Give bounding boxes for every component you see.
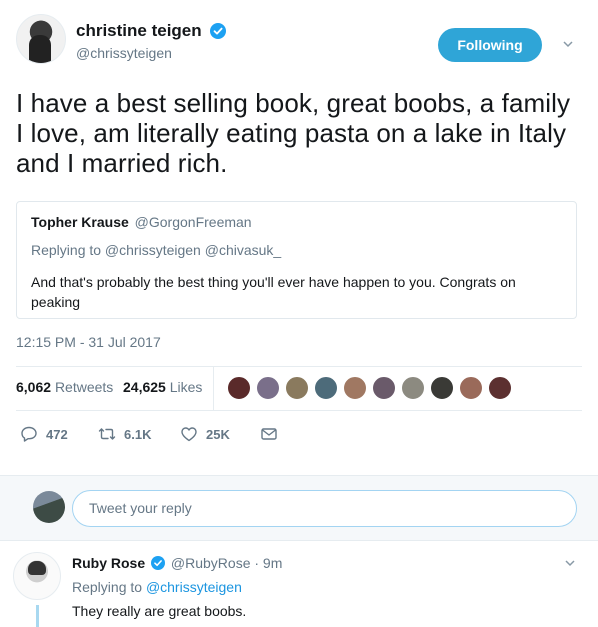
liker-avatar[interactable] [458,375,484,401]
current-user-avatar [33,491,65,523]
divider [16,410,582,411]
replying-to-link[interactable]: @chrissyteigen [146,579,242,595]
verified-badge-icon [151,556,166,570]
like-action[interactable]: 25K [180,424,230,444]
quoted-author-handle: @GorgonFreeman [134,214,252,230]
tweet-text: I have a best selling book, great boobs,… [16,88,571,178]
quoted-text: And that's probably the best thing you'l… [31,274,516,310]
reply-action[interactable]: 472 [20,424,68,444]
retweets-stat[interactable]: 6,062 Retweets [16,379,113,395]
quoted-replying-to: Replying to @chrissyteigen @chivasuk_ [31,242,282,258]
retweets-count: 6,062 [16,379,52,395]
retweet-action[interactable]: 6.1K [98,424,151,444]
likes-label: Likes [169,379,203,395]
liker-avatar[interactable] [429,375,455,401]
reply-author-avatar[interactable] [13,552,61,600]
liker-avatar[interactable] [400,375,426,401]
reply-icon [21,426,37,442]
heart-icon [181,427,197,442]
liker-avatar[interactable] [284,375,310,401]
reply-author-info: Ruby Rose @RubyRose · 9m [72,555,282,571]
liker-avatar[interactable] [313,375,339,401]
liker-avatar[interactable] [255,375,281,401]
direct-message-action[interactable] [260,424,278,444]
reply-author-name[interactable]: Ruby Rose [72,555,145,571]
engagement-stats: 6,062 Retweets 24,625 Likes [16,367,582,410]
reply-count: 472 [46,426,68,442]
author-info: christine teigen @chrissyteigen [76,21,227,61]
tweet-header: christine teigen @chrissyteigen Followin… [16,14,582,74]
quoted-author-name: Topher Krause [31,214,129,230]
author-display-name[interactable]: christine teigen [76,21,202,41]
reply-replying-to: Replying to @chrissyteigen [72,579,242,595]
thread-line [36,605,39,627]
liker-avatar[interactable] [487,375,513,401]
retweet-icon [98,428,116,440]
like-count: 25K [206,426,230,442]
liker-avatar[interactable] [226,375,252,401]
liker-avatar[interactable] [342,375,368,401]
following-button[interactable]: Following [438,28,542,62]
quoted-author: Topher Krause @GorgonFreeman [31,214,562,230]
chevron-down-icon[interactable] [562,38,574,50]
reply-time[interactable]: · 9m [254,555,282,571]
reply-tweet[interactable]: Ruby Rose @RubyRose · 9m Replying to @ch… [0,541,598,627]
retweets-label: Retweets [54,379,114,395]
likes-count: 24,625 [123,379,166,395]
envelope-icon [261,428,277,440]
tweet-reply-input[interactable]: Tweet your reply [72,490,577,527]
reply-author-handle[interactable]: @RubyRose [171,555,251,571]
stats-separator [213,367,214,410]
author-avatar[interactable] [16,14,66,64]
chevron-down-icon[interactable] [564,557,576,569]
reply-composer: Tweet your reply [0,475,598,541]
author-handle[interactable]: @chrissyteigen [76,45,226,61]
liker-avatar[interactable] [371,375,397,401]
verified-badge-icon [210,23,227,39]
likes-stat[interactable]: 24,625 Likes [123,379,202,395]
tweet-timestamp[interactable]: 12:15 PM - 31 Jul 2017 [16,334,161,350]
retweet-count: 6.1K [124,426,152,442]
reply-text: They really are great boobs. [72,603,247,619]
quoted-tweet[interactable]: Topher Krause @GorgonFreeman Replying to… [16,201,577,319]
replying-prefix: Replying to [72,579,143,595]
